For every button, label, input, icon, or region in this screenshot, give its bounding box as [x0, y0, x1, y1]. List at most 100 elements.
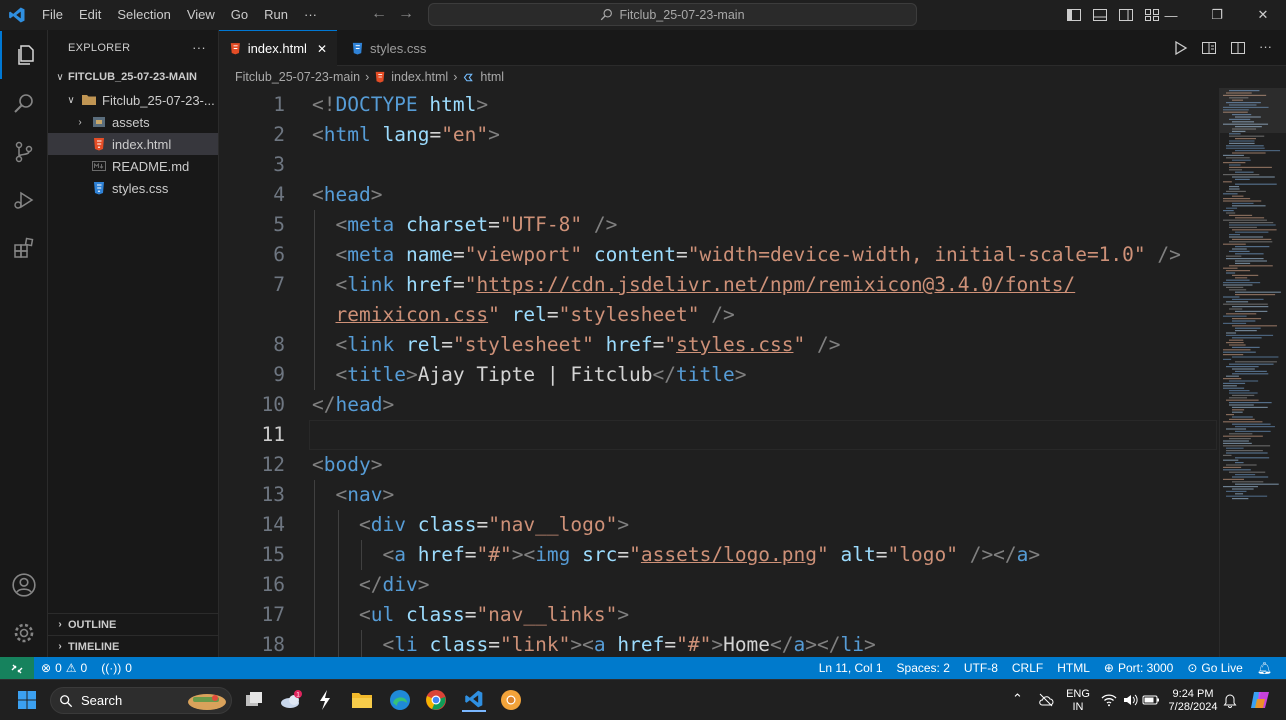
- code-line[interactable]: 4 <head>: [219, 180, 1219, 210]
- code-line[interactable]: 9 <title>Ajay Tipte | Fitclub</title>: [219, 360, 1219, 390]
- tree-item-readme[interactable]: README.md: [48, 155, 218, 177]
- tree-item-index-html[interactable]: index.html: [48, 133, 218, 155]
- split-editor-icon[interactable]: [1230, 40, 1246, 56]
- weather-widget-icon[interactable]: 1: [279, 688, 303, 712]
- code-line[interactable]: 17 <ul class="nav__links">: [219, 600, 1219, 630]
- code-editor[interactable]: 1 <!DOCTYPE html> 2 <html lang="en"> 3 4 <head…: [219, 88, 1219, 657]
- extensions-icon[interactable]: [0, 224, 48, 272]
- tree-item-assets[interactable]: › assets: [48, 111, 218, 133]
- code-line[interactable]: 16 </div>: [219, 570, 1219, 600]
- minimap[interactable]: [1219, 88, 1286, 657]
- explorer-more-button[interactable]: ···: [192, 40, 206, 55]
- minimap-line: [1235, 370, 1267, 372]
- clock[interactable]: 9:24 PM 7/28/2024: [1164, 688, 1222, 714]
- ports-indicator[interactable]: ((·)) 0: [94, 661, 139, 675]
- taskbar-search[interactable]: Search: [50, 687, 232, 714]
- close-window-icon[interactable]: ✕: [1240, 7, 1286, 23]
- forward-arrow-icon[interactable]: →: [398, 5, 414, 23]
- copilot-icon[interactable]: [1249, 689, 1271, 711]
- code-line[interactable]: 7 <link href="https://cdn.jsdelivr.net/np…: [219, 270, 1219, 300]
- remote-indicator-icon[interactable]: [0, 657, 34, 679]
- wifi-icon[interactable]: [1101, 693, 1117, 707]
- timeline-section[interactable]: › TIMELINE: [48, 635, 218, 657]
- code-line[interactable]: remixicon.css" rel="stylesheet" />: [219, 300, 1219, 330]
- settings-gear-icon[interactable]: [0, 609, 48, 657]
- cloud-offline-icon[interactable]: [1038, 693, 1054, 707]
- minimap-line: [1226, 145, 1264, 147]
- folder-fitclub[interactable]: ∨ Fitclub_25-07-23-...: [48, 89, 218, 111]
- indent-guide: [314, 210, 315, 240]
- accounts-icon[interactable]: [0, 561, 48, 609]
- indentation[interactable]: Spaces: 2: [890, 661, 957, 675]
- maximize-icon[interactable]: ❐: [1194, 7, 1240, 23]
- tray-chevron-up-icon[interactable]: ⌃: [1012, 691, 1023, 707]
- toggle-panel-icon[interactable]: [1092, 7, 1108, 23]
- language-mode[interactable]: HTML: [1050, 661, 1097, 675]
- code-line[interactable]: 6 <meta name="viewport" content="width=de…: [219, 240, 1219, 270]
- menu-view[interactable]: View: [179, 0, 223, 30]
- code-line[interactable]: 2 <html lang="en">: [219, 120, 1219, 150]
- menu-file[interactable]: File: [34, 0, 71, 30]
- code-line[interactable]: 15 <a href="#"><img src="assets/logo.png"…: [219, 540, 1219, 570]
- open-preview-icon[interactable]: [1201, 40, 1217, 56]
- workspace-root[interactable]: ∨ FITCLUB_25-07-23-MAIN: [48, 66, 218, 88]
- chrome-canary-icon[interactable]: [499, 688, 523, 712]
- code-line[interactable]: 8 <link rel="stylesheet" href="styles.css…: [219, 330, 1219, 360]
- minimize-icon[interactable]: —: [1148, 8, 1194, 23]
- notification-bell-icon[interactable]: [1223, 692, 1237, 708]
- code-line[interactable]: 3: [219, 150, 1219, 180]
- code-token: assets/logo.png: [640, 543, 818, 566]
- battery-icon[interactable]: [1142, 694, 1160, 706]
- menu-edit[interactable]: Edit: [71, 0, 109, 30]
- close-tab-icon[interactable]: ✕: [317, 42, 327, 56]
- menu-more[interactable]: ···: [296, 0, 325, 30]
- windows-start-icon[interactable]: [15, 688, 39, 712]
- breadcrumb-file[interactable]: index.html: [391, 70, 448, 84]
- minimap-viewport[interactable]: [1220, 88, 1286, 133]
- menu-go[interactable]: Go: [223, 0, 256, 30]
- go-live-button[interactable]: ⊙ Go Live: [1180, 661, 1249, 675]
- chrome-browser-icon[interactable]: [424, 688, 448, 712]
- run-play-icon[interactable]: [1174, 40, 1188, 56]
- command-center-search[interactable]: Fitclub_25-07-23-main: [428, 3, 917, 26]
- edge-browser-icon[interactable]: [388, 688, 412, 712]
- outline-section[interactable]: › OUTLINE: [48, 613, 218, 635]
- minimap-line: [1226, 147, 1265, 149]
- menu-run[interactable]: Run: [256, 0, 296, 30]
- search-icon[interactable]: [0, 80, 48, 128]
- line-ending[interactable]: CRLF: [1005, 661, 1050, 675]
- problems-indicator[interactable]: ⊗ 0 ⚠ 0: [34, 661, 94, 675]
- run-debug-icon[interactable]: [0, 176, 48, 224]
- breadcrumb-symbol[interactable]: html: [480, 70, 504, 84]
- tree-item-styles-css[interactable]: styles.css: [48, 177, 218, 199]
- code-line[interactable]: 10 </head>: [219, 390, 1219, 420]
- toggle-secondary-sidebar-icon[interactable]: [1118, 7, 1134, 23]
- explorer-icon[interactable]: [0, 31, 48, 79]
- minimap-line: [1223, 385, 1237, 387]
- code-line[interactable]: 14 <div class="nav__logo">: [219, 510, 1219, 540]
- code-line[interactable]: 18 <li class="link"><a href="#">Home</a><…: [219, 630, 1219, 657]
- vscode-taskbar-icon[interactable]: [462, 688, 486, 712]
- cursor-position[interactable]: Ln 11, Col 1: [812, 661, 890, 675]
- volume-icon[interactable]: [1122, 693, 1138, 707]
- code-line[interactable]: 11: [219, 420, 1219, 450]
- file-explorer-icon[interactable]: [350, 688, 374, 712]
- back-arrow-icon[interactable]: ←: [371, 5, 387, 23]
- code-line[interactable]: 1 <!DOCTYPE html>: [219, 90, 1219, 120]
- source-control-icon[interactable]: [0, 128, 48, 176]
- language-indicator[interactable]: ENG IN: [1064, 688, 1092, 714]
- code-line[interactable]: 5 <meta charset="UTF-8" />: [219, 210, 1219, 240]
- toggle-sidebar-icon[interactable]: [1066, 7, 1082, 23]
- port-status[interactable]: ⊕ Port: 3000: [1097, 661, 1180, 675]
- bolt-app-icon[interactable]: [313, 688, 337, 712]
- code-line[interactable]: 13 <nav>: [219, 480, 1219, 510]
- menu-selection[interactable]: Selection: [109, 0, 178, 30]
- tab-styles-css[interactable]: styles.css: [341, 30, 451, 66]
- task-view-icon[interactable]: [242, 688, 266, 712]
- notifications-bell-icon[interactable]: 🔔︎: [1250, 661, 1286, 675]
- more-actions-icon[interactable]: ···: [1259, 40, 1272, 56]
- breadcrumb-folder[interactable]: Fitclub_25-07-23-main: [235, 70, 360, 84]
- encoding[interactable]: UTF-8: [957, 661, 1005, 675]
- code-line[interactable]: 12 <body>: [219, 450, 1219, 480]
- tab-index-html[interactable]: index.html ✕: [219, 30, 337, 66]
